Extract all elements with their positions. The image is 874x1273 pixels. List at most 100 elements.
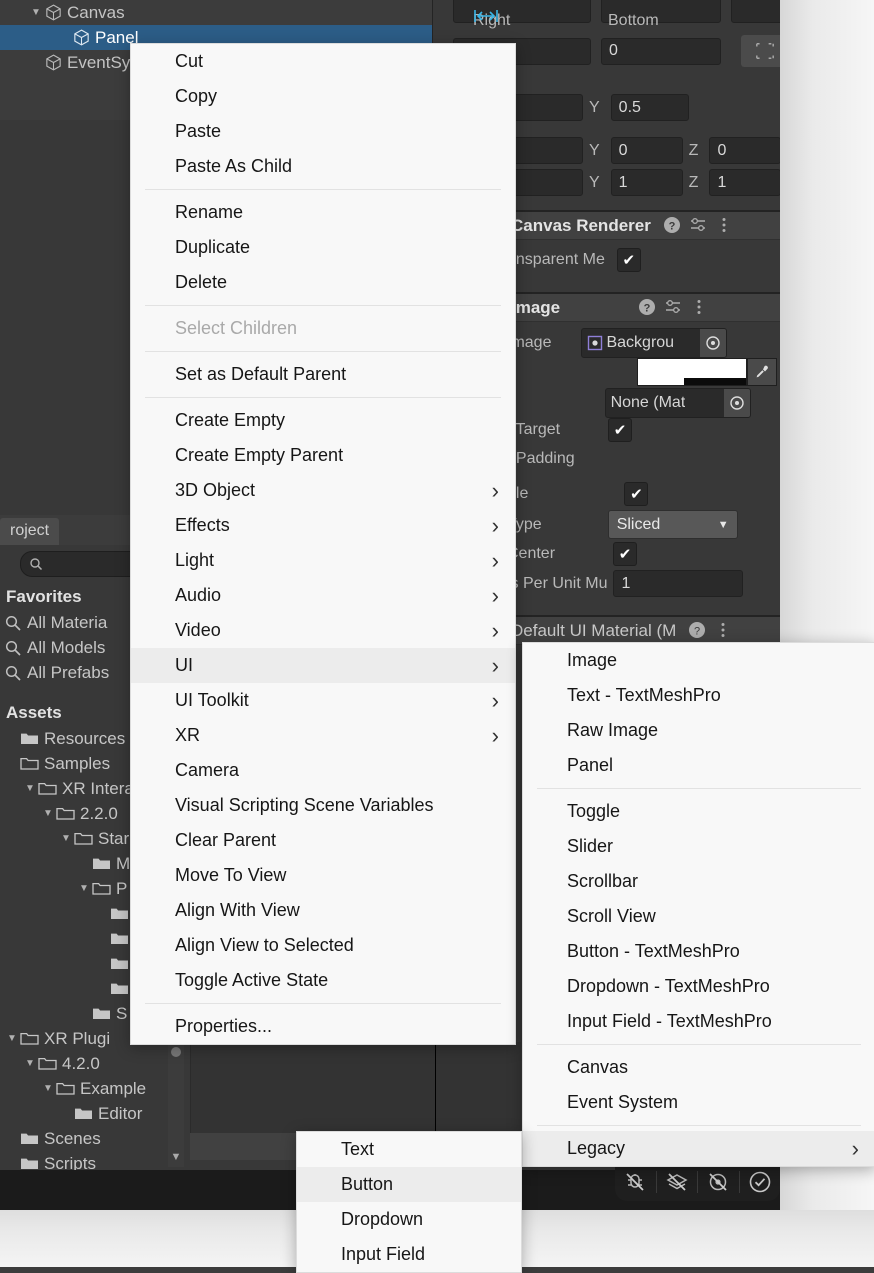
folder-open-icon: [56, 806, 75, 821]
ui-menu-item-scrollbar[interactable]: Scrollbar: [523, 864, 874, 899]
ui-menu-item-input-field-textmeshpro[interactable]: Input Field - TextMeshPro: [523, 1004, 874, 1039]
menu-item-create-empty-parent[interactable]: Create Empty Parent: [131, 438, 515, 473]
ui-menu-item-image[interactable]: Image: [523, 643, 874, 678]
raycast-padding-row[interactable]: t Padding: [507, 450, 575, 468]
maskable-checkbox[interactable]: ✔: [624, 482, 649, 506]
project-scrollbar[interactable]: ▼: [168, 1045, 184, 1167]
chevron-down-icon[interactable]: ▼: [76, 883, 92, 894]
pivot-y-field[interactable]: 0.5: [610, 94, 689, 121]
menu-item-effects[interactable]: Effects ›: [131, 508, 515, 543]
menu-item-move-to-view[interactable]: Move To View: [131, 858, 515, 893]
menu-item-label: Button - TextMeshPro: [567, 941, 740, 961]
legacy-menu-item-dropdown[interactable]: Dropdown: [297, 1202, 521, 1237]
ui-menu-item-raw-image[interactable]: Raw Image: [523, 713, 874, 748]
ui-menu-item-event-system[interactable]: Event System: [523, 1085, 874, 1120]
chevron-down-icon[interactable]: ▼: [4, 1033, 20, 1044]
menu-item-label: Duplicate: [175, 237, 251, 257]
cull-transparent-mesh-checkbox[interactable]: ✔: [616, 248, 641, 272]
component-title: Canvas Renderer: [511, 215, 651, 235]
bug-off-icon[interactable]: [615, 1170, 656, 1194]
source-image-objectfield[interactable]: Backgrou: [581, 328, 728, 358]
object-picker-icon[interactable]: [723, 389, 750, 417]
legacy-menu-item-text[interactable]: Text: [297, 1132, 521, 1167]
menu-item-copy[interactable]: Copy: [131, 79, 515, 114]
material-objectfield[interactable]: None (Mat: [604, 388, 751, 418]
color-swatch[interactable]: [637, 358, 747, 386]
help-icon[interactable]: ?: [638, 298, 658, 318]
preset-icon[interactable]: [689, 216, 709, 236]
help-icon[interactable]: ?: [688, 621, 708, 641]
check-circle-icon[interactable]: [740, 1169, 781, 1195]
ui-menu-item-dropdown-textmeshpro[interactable]: Dropdown - TextMeshPro: [523, 969, 874, 1004]
menu-item-properties[interactable]: Properties...: [131, 1009, 515, 1044]
chevron-down-icon[interactable]: ▼: [40, 1083, 56, 1094]
help-icon[interactable]: ?: [663, 216, 683, 236]
more-options-icon[interactable]: [690, 298, 710, 318]
scale-z-field[interactable]: 1: [709, 169, 781, 196]
eyedropper-icon[interactable]: [747, 358, 777, 386]
menu-item-duplicate[interactable]: Duplicate: [131, 230, 515, 265]
menu-item-paste-as-child[interactable]: Paste As Child: [131, 149, 515, 184]
bottom-value-field[interactable]: 0: [601, 37, 721, 65]
menu-separator: [537, 1044, 861, 1045]
menu-item-video[interactable]: Video ›: [131, 613, 515, 648]
scrollbar-thumb[interactable]: [171, 1047, 181, 1057]
legacy-menu-item-button[interactable]: Button: [297, 1167, 521, 1202]
menu-item-label: Properties...: [175, 1016, 273, 1036]
image-type-dropdown[interactable]: Sliced ▼: [607, 510, 738, 539]
menu-item-ui-toolkit[interactable]: UI Toolkit ›: [131, 683, 515, 718]
ui-menu-item-legacy[interactable]: Legacy ›: [523, 1131, 874, 1166]
scroll-down-arrow-icon[interactable]: ▼: [168, 1151, 184, 1163]
ui-menu-item-toggle[interactable]: Toggle: [523, 794, 874, 829]
menu-item-set-as-default-parent[interactable]: Set as Default Parent: [131, 357, 515, 392]
tab-project[interactable]: roject: [0, 518, 60, 545]
blueprint-mode-button[interactable]: [741, 35, 781, 67]
menu-item-cut[interactable]: Cut: [131, 44, 515, 79]
menu-item-toggle-active-state[interactable]: Toggle Active State: [131, 963, 515, 998]
menu-item-create-empty[interactable]: Create Empty: [131, 403, 515, 438]
more-options-icon[interactable]: [715, 216, 735, 236]
chevron-down-icon[interactable]: ▼: [40, 808, 56, 819]
eye-off-icon[interactable]: [698, 1170, 739, 1194]
ui-menu-item-scroll-view[interactable]: Scroll View: [523, 899, 874, 934]
chevron-down-icon[interactable]: ▼: [28, 7, 44, 18]
asset-tree-row[interactable]: ▼ Example: [0, 1076, 186, 1101]
menu-item-ui[interactable]: UI ›: [131, 648, 515, 683]
ui-menu-item-panel[interactable]: Panel: [523, 748, 874, 783]
fill-center-checkbox[interactable]: ✔: [613, 542, 638, 566]
object-picker-icon[interactable]: [700, 329, 727, 357]
menu-item-rename[interactable]: Rename: [131, 195, 515, 230]
more-options-icon[interactable]: [714, 621, 734, 641]
asset-tree-row[interactable]: Editor: [0, 1101, 186, 1126]
menu-item-align-with-view[interactable]: Align With View: [131, 893, 515, 928]
preset-icon[interactable]: [664, 298, 684, 318]
menu-item-paste[interactable]: Paste: [131, 114, 515, 149]
menu-item-camera[interactable]: Camera: [131, 753, 515, 788]
menu-item-label: Effects: [175, 515, 230, 535]
raycast-target-checkbox[interactable]: ✔: [608, 418, 633, 442]
chevron-down-icon[interactable]: ▼: [22, 1058, 38, 1069]
chevron-down-icon[interactable]: ▼: [58, 833, 74, 844]
menu-item-xr[interactable]: XR ›: [131, 718, 515, 753]
hierarchy-item-canvas[interactable]: ▼ Canvas: [0, 0, 432, 25]
ui-menu-item-text-textmeshpro[interactable]: Text - TextMeshPro: [523, 678, 874, 713]
ui-menu-item-canvas[interactable]: Canvas: [523, 1050, 874, 1085]
chevron-down-icon[interactable]: ▼: [22, 783, 38, 794]
asset-tree-row[interactable]: Scripts: [0, 1151, 186, 1170]
rotation-z-field[interactable]: 0: [709, 137, 781, 164]
ui-menu-item-button-textmeshpro[interactable]: Button - TextMeshPro: [523, 934, 874, 969]
ui-menu-item-slider[interactable]: Slider: [523, 829, 874, 864]
pixels-per-unit-field[interactable]: 1: [613, 570, 744, 597]
menu-item-3d-object[interactable]: 3D Object ›: [131, 473, 515, 508]
menu-item-clear-parent[interactable]: Clear Parent: [131, 823, 515, 858]
menu-item-align-view-to-selected[interactable]: Align View to Selected: [131, 928, 515, 963]
menu-item-audio[interactable]: Audio ›: [131, 578, 515, 613]
asset-tree-row[interactable]: ▼ 4.2.0: [0, 1051, 186, 1076]
menu-item-delete[interactable]: Delete: [131, 265, 515, 300]
scale-y-field[interactable]: 1: [610, 169, 683, 196]
rotation-y-field[interactable]: 0: [610, 137, 683, 164]
menu-item-light[interactable]: Light ›: [131, 543, 515, 578]
layers-off-icon[interactable]: [657, 1170, 698, 1194]
menu-item-visual-scripting-scene-variables[interactable]: Visual Scripting Scene Variables: [131, 788, 515, 823]
asset-tree-row[interactable]: Scenes: [0, 1126, 186, 1151]
